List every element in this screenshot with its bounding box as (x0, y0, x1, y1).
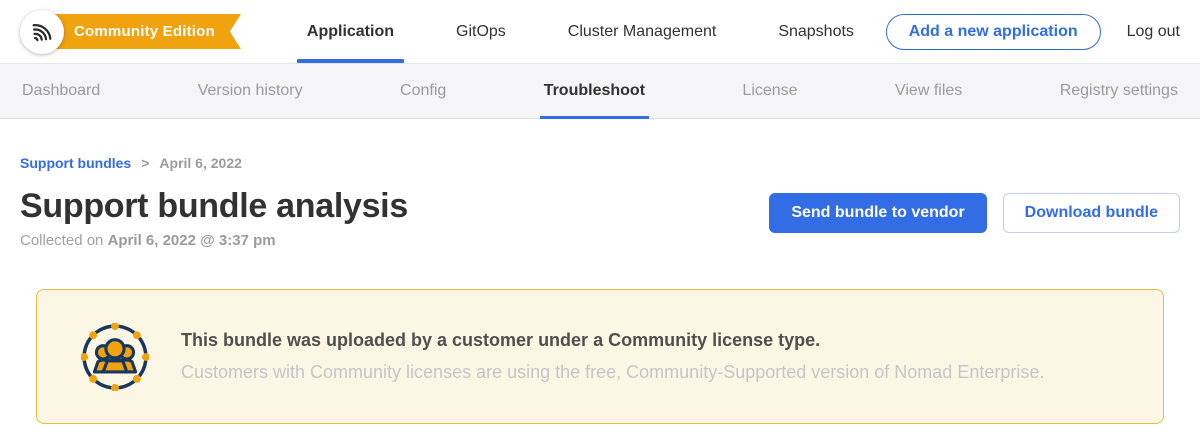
page-title-block: Support bundle analysis Collected on Apr… (20, 188, 408, 249)
bundle-actions: Send bundle to vendor Download bundle (769, 193, 1180, 233)
subnav-item-config[interactable]: Config (400, 64, 446, 118)
notice-title: This bundle was uploaded by a customer u… (181, 330, 1044, 351)
logo-arcs-icon (29, 19, 55, 45)
subnav-item-dashboard[interactable]: Dashboard (22, 64, 100, 118)
subnav-item-troubleshoot[interactable]: Troubleshoot (544, 64, 645, 118)
breadcrumb-separator: > (141, 155, 149, 171)
page-title: Support bundle analysis (20, 188, 408, 225)
nav-item-snapshots[interactable]: Snapshots (768, 0, 864, 63)
community-license-icon (81, 323, 149, 391)
breadcrumb-support-bundles-link[interactable]: Support bundles (20, 155, 131, 171)
top-nav-links: Application GitOps Cluster Management Sn… (297, 0, 864, 63)
community-edition-badge: Community Edition (48, 14, 241, 49)
download-bundle-button[interactable]: Download bundle (1003, 193, 1180, 233)
collected-prefix: Collected on (20, 232, 108, 249)
send-bundle-to-vendor-button[interactable]: Send bundle to vendor (769, 193, 986, 233)
notice-text-block: This bundle was uploaded by a customer u… (181, 330, 1044, 383)
nav-item-cluster-management[interactable]: Cluster Management (558, 0, 727, 63)
app-sub-nav: Dashboard Version history Config Trouble… (0, 63, 1200, 119)
replicated-logo-icon[interactable] (20, 10, 64, 54)
subnav-item-view-files[interactable]: View files (895, 64, 962, 118)
collected-timestamp: Collected on April 6, 2022 @ 3:37 pm (20, 232, 408, 249)
notice-subtitle: Customers with Community licenses are us… (181, 362, 1044, 383)
collected-date: April 6, 2022 @ 3:37 pm (108, 232, 276, 249)
page-header: Support bundle analysis Collected on Apr… (20, 188, 1180, 249)
subnav-item-version-history[interactable]: Version history (198, 64, 303, 118)
main-content: Support bundles > April 6, 2022 Support … (0, 119, 1200, 424)
top-nav-right: Add a new application Log out (886, 14, 1180, 50)
nav-item-gitops[interactable]: GitOps (446, 0, 516, 63)
top-nav: Community Edition Application GitOps Clu… (0, 0, 1200, 63)
brand: Community Edition (20, 10, 241, 54)
subnav-item-registry-settings[interactable]: Registry settings (1060, 64, 1178, 118)
subnav-item-license[interactable]: License (742, 64, 797, 118)
logout-link[interactable]: Log out (1127, 23, 1180, 41)
breadcrumb: Support bundles > April 6, 2022 (20, 155, 1180, 171)
community-license-notice: This bundle was uploaded by a customer u… (36, 289, 1164, 424)
nav-item-application[interactable]: Application (297, 0, 404, 63)
add-new-application-button[interactable]: Add a new application (886, 14, 1101, 50)
breadcrumb-current-bundle: April 6, 2022 (159, 155, 242, 171)
